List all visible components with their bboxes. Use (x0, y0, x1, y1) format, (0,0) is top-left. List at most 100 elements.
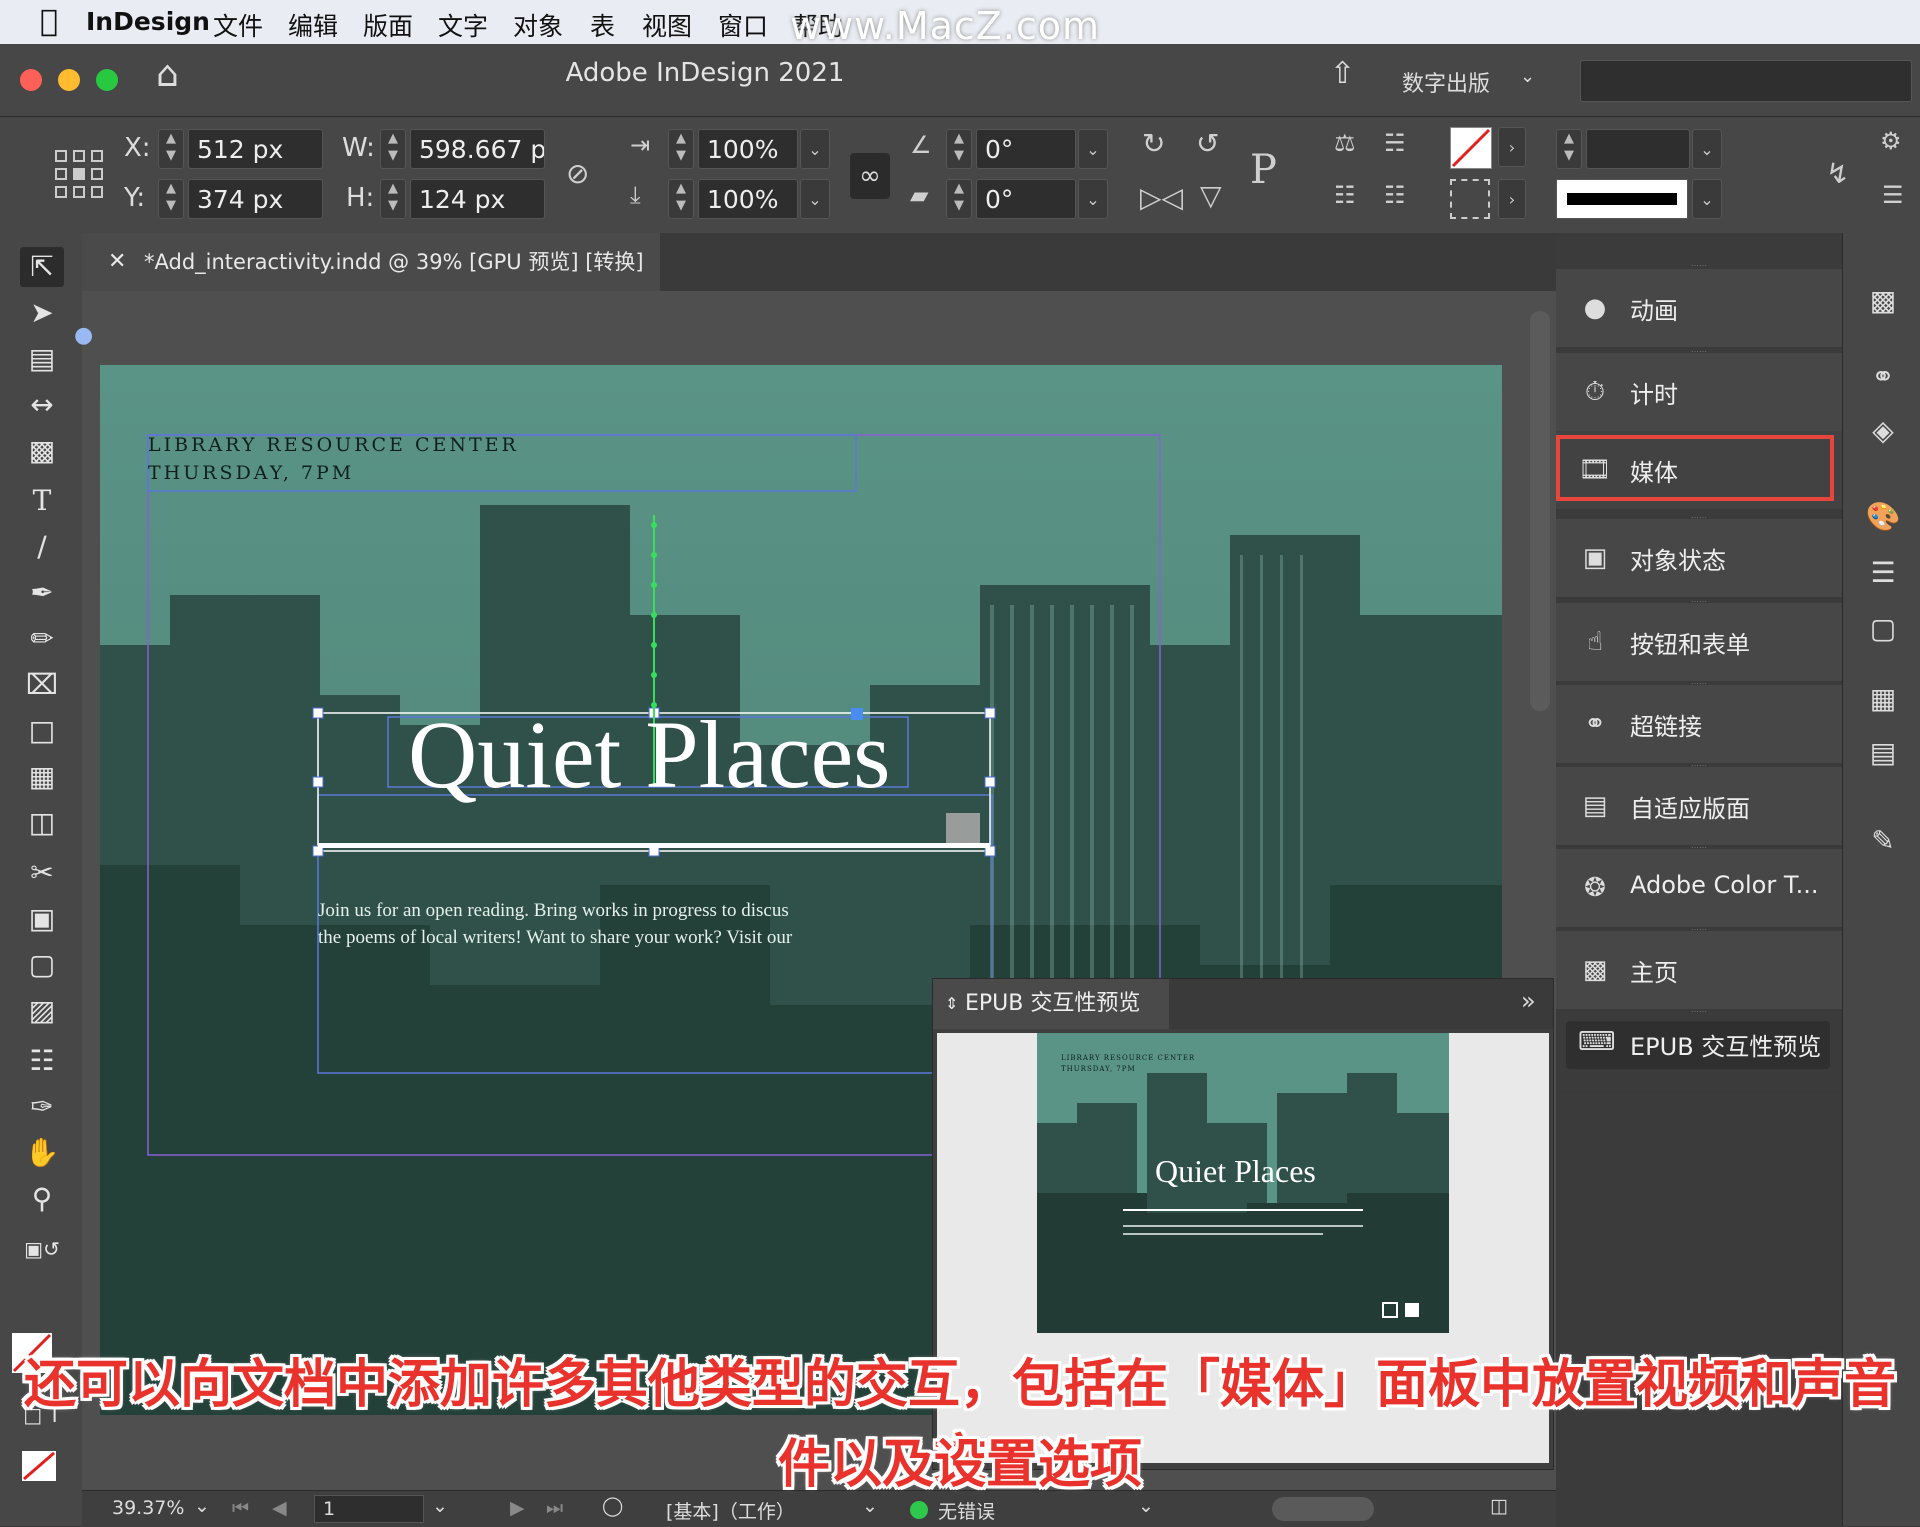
epub-preview-tab[interactable]: ⇕ EPUB 交互性预览 (933, 979, 1169, 1029)
x-field[interactable]: 512 px (188, 129, 323, 169)
stroke-weight-field[interactable] (1586, 129, 1690, 169)
first-page-icon[interactable]: ⏮ (232, 1497, 249, 1519)
note-tool-icon[interactable]: ☷ (20, 1041, 64, 1081)
fill-none-swatch[interactable] (1450, 127, 1492, 169)
share-icon[interactable]: ⇧ (1330, 56, 1355, 91)
menu-layout[interactable]: 版面 (363, 7, 413, 43)
scissors-tool-icon[interactable]: ✂ (20, 853, 64, 893)
stroke-style-selector[interactable] (1556, 179, 1688, 219)
close-tab-icon[interactable]: ✕ (108, 233, 126, 291)
rotate-dropdown[interactable]: ⌄ (1078, 129, 1108, 169)
shear-stepper[interactable]: ▲ ▼ (946, 179, 972, 219)
menu-table[interactable]: 表 (590, 7, 615, 43)
shear-field[interactable]: 0° (976, 179, 1076, 219)
cc-libraries-icon[interactable]: ✎ (1863, 821, 1903, 861)
shear-dropdown[interactable]: ⌄ (1078, 179, 1108, 219)
panel-menu-icon[interactable]: ☰ (1882, 181, 1904, 209)
zoom-level[interactable]: 39.37% (112, 1497, 184, 1519)
next-page-icon[interactable]: ▶ (510, 1497, 525, 1519)
rotate-cw-icon[interactable]: ↻ (1142, 127, 1165, 160)
table-tool-icon[interactable]: ▦ (20, 757, 64, 797)
previous-page-icon[interactable]: ◀ (272, 1497, 287, 1519)
zoom-dropdown-icon[interactable]: ⌄ (194, 1495, 210, 1517)
y-stepper[interactable]: ▲ ▼ (158, 179, 184, 219)
chevron-down-icon[interactable]: ⌄ (1520, 66, 1535, 87)
last-page-icon[interactable]: ⏭ (546, 1497, 563, 1519)
content-collector-icon[interactable]: ▩ (20, 431, 64, 471)
stroke-swatch[interactable] (1450, 179, 1490, 219)
preflight-dropdown-icon[interactable]: ⌄ (1138, 1495, 1154, 1517)
fill-dropdown[interactable]: › (1498, 127, 1526, 167)
stroke-dropdown[interactable]: › (1498, 179, 1526, 219)
links-panel-icon[interactable]: ⚭ (1863, 357, 1903, 397)
header-line-2[interactable]: THURSDAY, 7PM (148, 459, 519, 487)
flip-vertical-icon[interactable]: ▽ (1200, 179, 1222, 212)
text-wrap-panel-icon[interactable]: ▤ (1863, 733, 1903, 773)
menu-window[interactable]: 窗口 (718, 7, 768, 43)
distribute-icon[interactable]: ☵ (1384, 129, 1406, 157)
panel-item-adobe-color[interactable]: ❂ Adobe Color T... (1556, 849, 1842, 929)
expand-panel-icon[interactable]: » (1521, 987, 1536, 1015)
panel-item-object-states[interactable]: ▣ 对象状态 (1556, 519, 1842, 599)
pen-tool-icon[interactable]: ✒ (20, 573, 64, 613)
body-line-1[interactable]: Join us for an open reading. Bring works… (318, 897, 792, 924)
profile-dropdown-icon[interactable]: ⌄ (862, 1495, 878, 1517)
panel-item-animation[interactable]: ● 动画 (1556, 269, 1842, 349)
panel-item-buttons-forms[interactable]: ☝ 按钮和表单 (1556, 603, 1842, 683)
headline-text[interactable]: Quiet Places (408, 699, 891, 810)
apple-menu-icon[interactable]:  (40, 4, 58, 39)
page-dropdown-icon[interactable]: ⌄ (432, 1495, 448, 1517)
default-colors-icon[interactable]: ▣↺ (20, 1229, 64, 1269)
table-panel-icon[interactable]: ▦ (1863, 679, 1903, 719)
panel-item-hyperlinks[interactable]: ⚭ 超链接 (1556, 685, 1842, 765)
stroke-panel-icon[interactable]: ☰ (1863, 553, 1903, 593)
direct-selection-tool-icon[interactable]: ➤ (20, 293, 64, 333)
h-field[interactable]: 124 px (410, 179, 545, 219)
select-container-icon[interactable]: ☷ (1334, 181, 1356, 209)
constrain-proportions-icon[interactable]: ⊘ (566, 157, 589, 190)
rotate-stepper[interactable]: ▲ ▼ (946, 129, 972, 169)
grid-tool-icon[interactable]: ◫ (20, 803, 64, 843)
link-scale-icon[interactable]: ∞ (850, 153, 890, 199)
body-line-2[interactable]: the poems of local writers! Want to shar… (318, 924, 792, 951)
horizontal-scrollbar[interactable] (1272, 1497, 1374, 1521)
scale-y-stepper[interactable]: ▲ ▼ (668, 179, 694, 219)
pencil-tool-icon[interactable]: ✏ (20, 619, 64, 659)
panel-item-pages[interactable]: ▩ 主页 (1556, 931, 1842, 1011)
gradient-feather-tool-icon[interactable]: ▨ (20, 991, 64, 1031)
scale-y-field[interactable]: 100% (698, 179, 798, 219)
rectangle-frame-tool-icon[interactable]: ⌧ (20, 665, 64, 705)
w-stepper[interactable]: ▲ ▼ (380, 129, 406, 169)
menu-object[interactable]: 对象 (513, 7, 563, 43)
rotate-field[interactable]: 0° (976, 129, 1076, 169)
menu-file[interactable]: 文件 (213, 7, 263, 43)
menu-view[interactable]: 视图 (642, 7, 692, 43)
page-number-field[interactable]: 1 (314, 1495, 424, 1523)
workspace-switcher[interactable]: 数字出版 (1402, 66, 1490, 98)
page-tool-icon[interactable]: ▤ (20, 339, 64, 379)
type-tool-icon[interactable]: T (20, 481, 64, 521)
rotate-ccw-icon[interactable]: ↺ (1196, 127, 1219, 160)
hand-tool-icon[interactable]: ✋ (20, 1133, 64, 1173)
preview-mode-icon[interactable]: ◯ (602, 1495, 623, 1517)
x-stepper[interactable]: ▲ ▼ (158, 129, 184, 169)
reference-point-icon[interactable] (54, 149, 104, 199)
swatches-panel-icon[interactable]: 🎨 (1863, 497, 1903, 537)
split-window-icon[interactable]: ◫ (1490, 1495, 1508, 1517)
scale-x-dropdown[interactable]: ⌄ (800, 129, 830, 169)
flip-horizontal-icon[interactable]: ▷◁ (1140, 181, 1183, 214)
w-field[interactable]: 598.667 px (410, 129, 545, 169)
align-top-icon[interactable]: ⚖ (1334, 129, 1356, 157)
gradient-panel-icon[interactable]: ▢ (1863, 609, 1903, 649)
panel-item-timing[interactable]: ⏱ 计时 (1556, 353, 1842, 433)
text-wrap-p-icon[interactable]: P (1250, 147, 1277, 193)
selection-tool-icon[interactable]: ⇱ (20, 247, 64, 287)
line-tool-icon[interactable]: ∕ (20, 527, 64, 567)
preflight-profile[interactable]: [基本]（工作） (666, 1497, 795, 1524)
header-line-1[interactable]: LIBRARY RESOURCE CENTER (148, 431, 519, 459)
rectangle-tool-icon[interactable]: □ (20, 711, 64, 751)
stroke-weight-stepper[interactable]: ▲ ▼ (1556, 129, 1582, 169)
panel-item-media[interactable]: 🎞 媒体 (1556, 431, 1842, 511)
eyedropper-tool-icon[interactable]: ✑ (20, 1087, 64, 1127)
free-transform-tool-icon[interactable]: ▣ (20, 899, 64, 939)
